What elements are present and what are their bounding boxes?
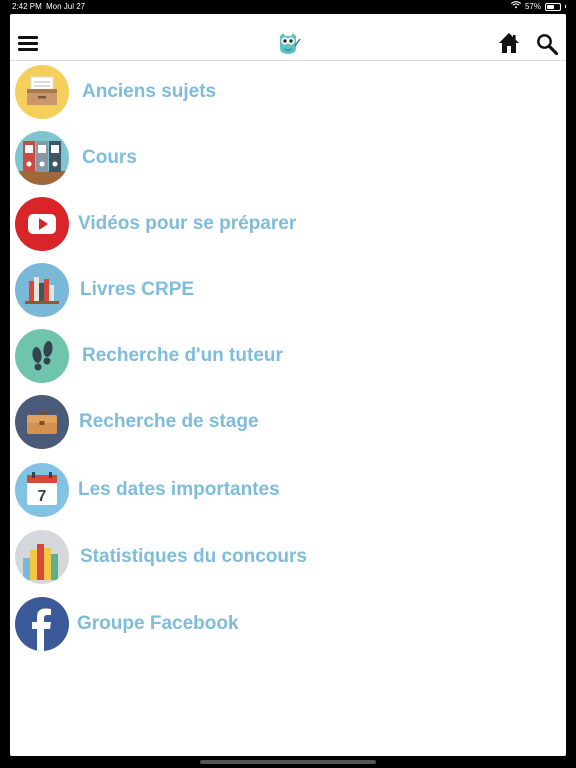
battery-icon: [545, 2, 561, 11]
app-screen: Anciens sujets Cours Vidéos pour se prép…: [10, 14, 566, 756]
status-time: 2:42 PM: [12, 2, 42, 11]
menu-item-label: Les dates importantes: [78, 479, 280, 500]
home-indicator[interactable]: [200, 760, 376, 764]
owl-logo: [275, 30, 301, 61]
menu-item-label: Vidéos pour se préparer: [78, 213, 297, 234]
menu-item-label: Anciens sujets: [82, 81, 217, 102]
status-date: Mon Jul 27: [46, 2, 86, 11]
calendar-day: 7: [38, 488, 47, 505]
menu-item-tuteur[interactable]: Recherche d'un tuteur: [10, 326, 566, 386]
books-icon: [15, 263, 69, 317]
home-icon[interactable]: [498, 32, 520, 59]
menu-item-label: Recherche d'un tuteur: [82, 345, 283, 366]
battery-level: [547, 4, 554, 9]
menu-item-label: Groupe Facebook: [77, 613, 239, 634]
menu-item-livres[interactable]: Livres CRPE: [10, 260, 566, 320]
status-bar: 2:42 PM Mon Jul 27 57%: [0, 0, 576, 13]
menu-item-dates[interactable]: 7 Les dates importantes: [10, 460, 566, 520]
battery-percentage: 57%: [524, 2, 541, 11]
menu-item-label: Statistiques du concours: [80, 546, 307, 567]
footprints-icon: [15, 329, 69, 383]
youtube-icon: [15, 197, 69, 251]
binders-icon: [15, 131, 69, 185]
wifi-icon: [510, 0, 522, 13]
battery-tip: [565, 5, 566, 8]
menu-item-anciens-sujets[interactable]: Anciens sujets: [10, 62, 566, 122]
menu-item-facebook[interactable]: Groupe Facebook: [10, 594, 566, 654]
facebook-icon: [15, 597, 69, 651]
briefcase-icon: [15, 395, 69, 449]
status-indicators: 57%: [510, 0, 566, 13]
archive-box-icon: [15, 65, 69, 119]
menu-item-statistiques[interactable]: Statistiques du concours: [10, 527, 566, 587]
hamburger-icon[interactable]: [18, 36, 38, 52]
navigation-bar: [10, 14, 566, 61]
statistics-icon: [15, 530, 69, 584]
menu-item-stage[interactable]: Recherche de stage: [10, 392, 566, 452]
menu-item-label: Recherche de stage: [79, 411, 259, 432]
menu-item-label: Cours: [82, 147, 137, 168]
search-icon[interactable]: [536, 33, 559, 60]
menu-item-videos[interactable]: Vidéos pour se préparer: [10, 194, 566, 254]
menu-item-cours[interactable]: Cours: [10, 128, 566, 188]
calendar-icon: 7: [15, 463, 69, 517]
menu-item-label: Livres CRPE: [80, 279, 195, 300]
